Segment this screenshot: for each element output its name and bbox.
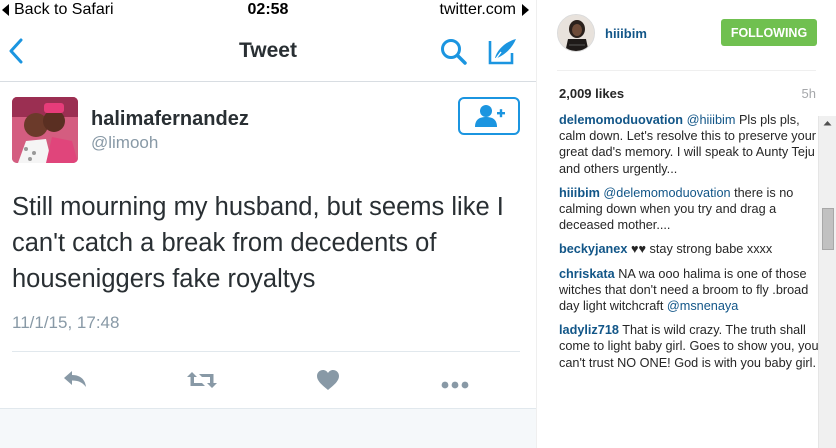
avatar[interactable]	[557, 14, 595, 52]
status-site[interactable]: twitter.com	[440, 1, 530, 19]
list-item: beckyjanex ♥♥ stay strong babe xxxx	[559, 241, 821, 257]
tweet-actions	[0, 365, 536, 395]
list-item: chriskata NA wa ooo halima is one of tho…	[559, 266, 821, 315]
comment-text: ♥♥ stay strong babe xxxx	[627, 242, 773, 257]
following-button[interactable]: FOLLOWING	[721, 19, 817, 46]
compose-icon[interactable]	[487, 36, 519, 71]
ig-username[interactable]: hiiibim	[605, 26, 647, 41]
list-item: hiiibim @delemomoduovation there is no c…	[559, 185, 821, 234]
comment-mention[interactable]: @msnenaya	[667, 299, 738, 313]
list-item: delemomoduovation @hiiibim Pls pls pls, …	[559, 112, 821, 177]
comments-scrollbar[interactable]	[818, 116, 836, 448]
tweet-nav-bar: Tweet	[0, 22, 536, 82]
instagram-panel: hiiibim FOLLOWING 2,009 likes 5h delemom…	[536, 0, 836, 448]
comment-username[interactable]: hiiibim	[559, 186, 600, 200]
comment-mention[interactable]: @hiiibim	[687, 113, 736, 127]
list-item: ladyliz718 That is wild crazy. The truth…	[559, 322, 821, 371]
scrollbar-thumb[interactable]	[822, 208, 834, 250]
status-bar: Back to Safari 02:58 twitter.com	[0, 0, 536, 22]
tweet-text: Still mourning my husband, but seems lik…	[12, 193, 504, 293]
avatar[interactable]	[12, 97, 78, 163]
follow-button[interactable]	[458, 97, 520, 135]
status-site-label: twitter.com	[439, 1, 516, 18]
divider	[12, 351, 520, 352]
tweet-display-name[interactable]: halimafernandez	[91, 108, 249, 131]
forward-triangle-icon	[522, 4, 529, 16]
divider	[557, 70, 816, 71]
retweet-icon[interactable]	[186, 369, 218, 396]
comment-username[interactable]: chriskata	[559, 267, 615, 281]
comments-list: delemomoduovation @hiiibim Pls pls pls, …	[559, 104, 821, 448]
likes-count[interactable]: 2,009 likes	[559, 86, 624, 101]
comment-username[interactable]: beckyjanex	[559, 242, 627, 256]
tweet-timestamp: 11/1/15, 17:48	[12, 313, 120, 332]
like-icon[interactable]	[316, 369, 340, 396]
tweet-card: halimafernandez @limooh Still mourning m…	[0, 83, 536, 408]
add-user-icon	[475, 105, 505, 127]
comment-mention[interactable]: @delemomoduovation	[603, 186, 730, 200]
comment-username[interactable]: ladyliz718	[559, 323, 619, 337]
bottom-strip	[0, 408, 536, 448]
reply-icon[interactable]	[62, 369, 88, 394]
tweet-screenshot: Back to Safari 02:58 twitter.com Tweet h…	[0, 0, 536, 448]
tweet-handle[interactable]: @limooh	[91, 133, 158, 153]
post-time: 5h	[801, 86, 816, 101]
comment-username[interactable]: delemomoduovation	[559, 113, 683, 127]
search-icon[interactable]	[440, 38, 468, 71]
more-icon[interactable]	[441, 376, 469, 394]
scroll-up-icon[interactable]	[823, 120, 832, 126]
